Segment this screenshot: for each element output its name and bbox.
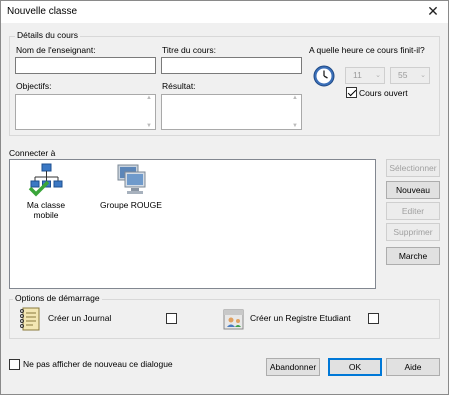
- ok-button[interactable]: OK: [328, 358, 382, 376]
- title-bar: Nouvelle classe ✕: [1, 1, 448, 23]
- chevron-down-icon: ⌄: [420, 72, 426, 79]
- dont-show-again-label[interactable]: Ne pas afficher de nouveau ce dialogue: [23, 359, 173, 369]
- create-register-label: Créer un Registre Etudiant: [250, 313, 351, 323]
- result-label: Résultat:: [162, 81, 196, 91]
- result-field[interactable]: ▲ ▼: [161, 94, 302, 130]
- network-tree-check-icon: [28, 163, 63, 197]
- create-register-checkbox[interactable]: [368, 313, 379, 324]
- help-button[interactable]: Aide: [386, 358, 440, 376]
- scroll-down-icon[interactable]: ▼: [290, 123, 300, 129]
- open-course-label[interactable]: Cours ouvert: [359, 88, 408, 98]
- scroll-up-icon[interactable]: ▲: [144, 95, 154, 101]
- teacher-name-field[interactable]: [15, 57, 156, 74]
- startup-options-label: Options de démarrage: [13, 293, 102, 303]
- teacher-name-label: Nom de l'enseignant:: [16, 45, 96, 55]
- connect-list[interactable]: Ma classe mobile Groupe ROUGE: [9, 159, 376, 289]
- journal-icon: [20, 307, 40, 331]
- create-journal-checkbox[interactable]: [166, 313, 177, 324]
- hour-value: 11: [353, 70, 362, 80]
- list-item-label: Groupe ROUGE: [100, 200, 162, 210]
- dont-show-again-checkbox[interactable]: [9, 359, 20, 370]
- clock-icon: [313, 65, 335, 87]
- chevron-down-icon: ⌄: [375, 72, 381, 79]
- cancel-button[interactable]: Abandonner: [266, 358, 320, 376]
- minute-select[interactable]: 55 ⌄: [390, 67, 430, 84]
- create-journal-label: Créer un Journal: [48, 313, 112, 323]
- window-title: Nouvelle classe: [7, 6, 78, 17]
- list-item-ma-classe-mobile[interactable]: Ma classe mobile: [20, 162, 72, 220]
- course-title-field[interactable]: [161, 57, 302, 74]
- computer-group-icon: [117, 164, 146, 194]
- connect-label: Connecter à: [9, 148, 56, 158]
- objectives-field[interactable]: ▲ ▼: [15, 94, 156, 130]
- start-button[interactable]: Marche: [386, 247, 440, 265]
- new-class-dialog: Nouvelle classe ✕ Détails du cours Nom d…: [0, 0, 449, 395]
- select-button[interactable]: Sélectionner: [386, 159, 440, 177]
- hour-select[interactable]: 11 ⌄: [345, 67, 385, 84]
- student-register-icon: [223, 309, 244, 330]
- list-item-label: mobile: [33, 210, 59, 220]
- close-icon[interactable]: ✕: [418, 1, 448, 23]
- scroll-down-icon[interactable]: ▼: [144, 123, 154, 129]
- course-details-label: Détails du cours: [15, 30, 80, 40]
- objectives-label: Objectifs:: [16, 81, 52, 91]
- list-item-groupe-rouge[interactable]: Groupe ROUGE: [98, 162, 164, 210]
- list-item-label: Ma classe: [26, 200, 66, 210]
- new-button[interactable]: Nouveau: [386, 181, 440, 199]
- open-course-checkbox[interactable]: [346, 87, 357, 98]
- delete-button[interactable]: Supprimer: [386, 223, 440, 241]
- edit-button[interactable]: Editer: [386, 202, 440, 220]
- course-title-label: Titre du cours:: [162, 45, 217, 55]
- scroll-up-icon[interactable]: ▲: [290, 95, 300, 101]
- end-time-label: A quelle heure ce cours finit-il?: [309, 45, 425, 55]
- minute-value: 55: [398, 70, 408, 80]
